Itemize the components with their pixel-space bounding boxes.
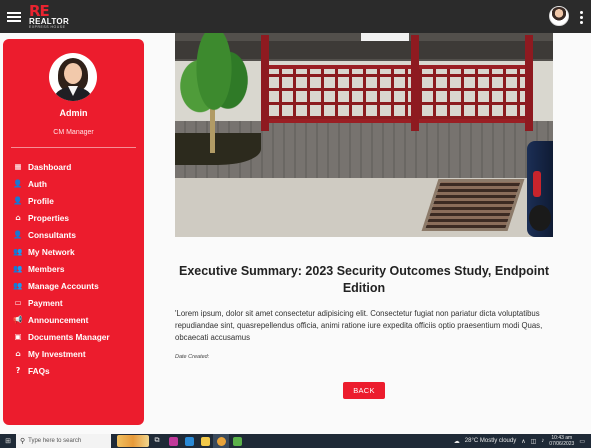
clock[interactable]: 10:43 am 07/06/2023	[549, 435, 574, 447]
sidebar-divider	[11, 147, 136, 148]
notification-icon[interactable]: ▭	[579, 438, 585, 445]
article-image	[175, 33, 553, 237]
sidebar-menu: ▦ Dashboard 👤 Auth 👤 Profile ⌂ Properties 👤 C…	[12, 158, 110, 379]
group-icon: 👥	[13, 264, 23, 273]
windows-start-icon[interactable]: ⊞	[0, 434, 16, 448]
sidebar-item-label: My Investment	[28, 348, 86, 359]
sidebar-item-label: Dashboard	[28, 161, 72, 172]
article-title: Executive Summary: 2023 Security Outcome…	[178, 264, 550, 295]
user-icon: 👤	[13, 179, 23, 188]
user-icon: 👤	[13, 230, 23, 239]
chrome-icon[interactable]	[213, 434, 229, 448]
sidebar-item-faqs[interactable]: ? FAQs	[12, 362, 110, 379]
menu-icon[interactable]	[7, 11, 21, 22]
sidebar-item-label: Documents Manager	[28, 331, 110, 342]
task-view-icon[interactable]: ⧉	[149, 434, 165, 448]
sidebar-item-documents-manager[interactable]: ▣ Documents Manager	[12, 328, 110, 345]
folder-icon: ▣	[14, 332, 22, 341]
network-icon[interactable]: ◫	[531, 438, 537, 445]
cloud-icon: ☁	[453, 438, 460, 445]
date-text: 07/06/2023	[549, 441, 575, 447]
app-icon-1[interactable]	[165, 434, 181, 448]
help-icon: ?	[15, 366, 21, 375]
sidebar-item-label: Properties	[28, 212, 70, 223]
home-icon: ⌂	[15, 349, 21, 358]
volume-icon[interactable]: ♪	[541, 438, 544, 444]
sidebar-item-my-investment[interactable]: ⌂ My Investment	[12, 345, 110, 362]
logo-mark: RE	[29, 1, 50, 20]
top-app-bar: RE REALTOR EXPRESS HOUSE	[0, 0, 591, 33]
sidebar-item-members[interactable]: 👥 Members	[12, 260, 110, 277]
weather-text[interactable]: 28°C Mostly cloudy	[465, 438, 516, 444]
sidebar-item-label: Consultants	[28, 229, 76, 240]
user-avatar[interactable]	[549, 6, 569, 26]
sidebar-item-label: My Network	[28, 246, 75, 257]
sidebar: Admin CM Manager ▦ Dashboard 👤 Auth 👤 Profi…	[3, 39, 144, 425]
sidebar-item-manage-accounts[interactable]: 👥 Manage Accounts	[12, 277, 110, 294]
app-icon-2[interactable]	[229, 434, 245, 448]
sidebar-item-auth[interactable]: 👤 Auth	[12, 175, 110, 192]
taskbar-search[interactable]: ⚲ Type here to search	[16, 434, 111, 448]
sidebar-item-label: FAQs	[28, 365, 50, 376]
taskbar-search-placeholder: Type here to search	[28, 438, 82, 444]
sidebar-item-label: Manage Accounts	[28, 280, 99, 291]
sidebar-item-label: Profile	[28, 195, 54, 206]
sidebar-item-my-network[interactable]: 👥 My Network	[12, 243, 110, 260]
megaphone-icon: 📢	[13, 315, 23, 324]
logo-tagline: EXPRESS HOUSE	[29, 24, 66, 29]
sidebar-item-profile[interactable]: 👤 Profile	[12, 192, 110, 209]
search-highlight-image	[117, 435, 149, 447]
home-icon: ⌂	[15, 213, 21, 222]
group-icon: 👥	[13, 247, 23, 256]
vscode-icon[interactable]	[181, 434, 197, 448]
sidebar-item-properties[interactable]: ⌂ Properties	[12, 209, 110, 226]
user-name: Admin	[59, 108, 88, 118]
article-body: 'Lorem ipsum, dolor sit amet consectetur…	[175, 309, 543, 342]
back-button[interactable]: BACK	[343, 382, 385, 399]
user-icon: 👤	[13, 196, 23, 205]
profile-avatar[interactable]	[49, 53, 97, 101]
sidebar-item-consultants[interactable]: 👤 Consultants	[12, 226, 110, 243]
accounts-icon: 👥	[13, 281, 23, 290]
file-explorer-icon[interactable]	[197, 434, 213, 448]
sidebar-item-label: Auth	[28, 178, 47, 189]
sidebar-item-label: Announcement	[28, 314, 89, 325]
logo[interactable]: RE REALTOR EXPRESS HOUSE	[29, 1, 69, 30]
more-vert-icon[interactable]	[580, 11, 583, 24]
user-role: CM Manager	[53, 129, 94, 136]
date-created-label: Date Created:	[175, 354, 210, 360]
sidebar-item-dashboard[interactable]: ▦ Dashboard	[12, 158, 110, 175]
sidebar-item-label: Members	[28, 263, 65, 274]
sidebar-item-announcement[interactable]: 📢 Announcement	[12, 311, 110, 328]
chevron-up-icon[interactable]: ∧	[521, 438, 525, 445]
dashboard-icon: ▦	[14, 162, 22, 171]
sidebar-item-payment[interactable]: ▭ Payment	[12, 294, 110, 311]
sidebar-item-label: Payment	[28, 297, 63, 308]
credit-card-icon: ▭	[14, 298, 22, 307]
search-icon: ⚲	[20, 438, 26, 445]
system-tray: ☁ 28°C Mostly cloudy ∧ ◫ ♪ 10:43 am 07/0…	[454, 434, 591, 448]
os-taskbar: ⊞ ⚲ Type here to search ⧉ ☁ 28°C Mostly …	[0, 434, 591, 448]
